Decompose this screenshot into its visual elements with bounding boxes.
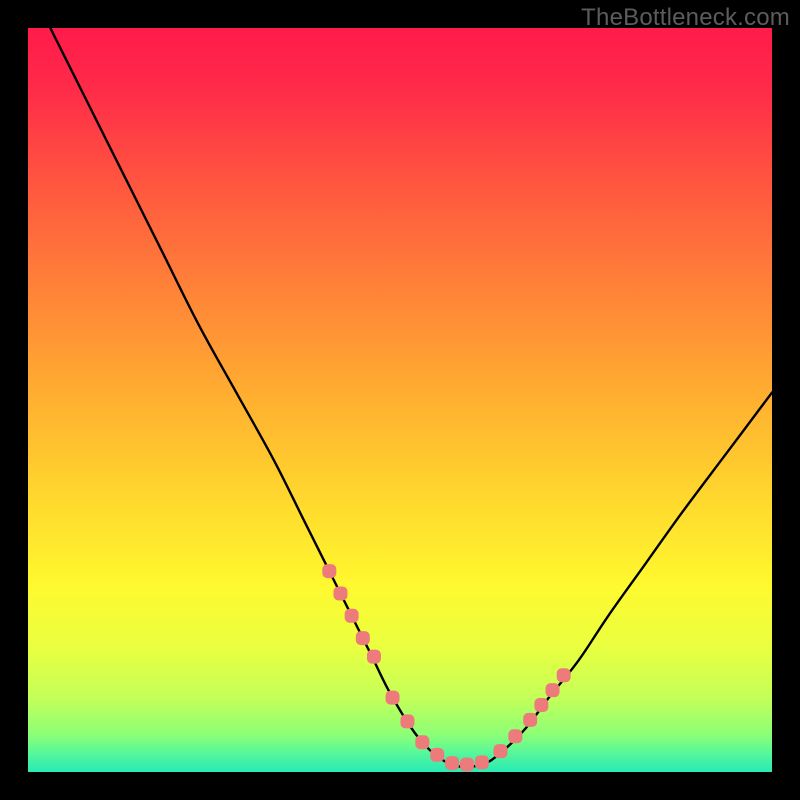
marker-point: [322, 564, 336, 578]
marker-point: [475, 755, 489, 769]
marker-point: [415, 735, 429, 749]
marker-point: [345, 609, 359, 623]
marker-point: [430, 748, 444, 762]
marker-point: [333, 586, 347, 600]
chart-frame: TheBottleneck.com: [0, 0, 800, 800]
marker-point: [493, 744, 507, 758]
marker-point: [356, 631, 370, 645]
marker-point: [557, 668, 571, 682]
marker-point: [534, 698, 548, 712]
marker-point: [460, 758, 474, 772]
highlighted-points: [322, 564, 570, 771]
marker-point: [445, 756, 459, 770]
watermark-text: TheBottleneck.com: [581, 4, 790, 32]
marker-point: [546, 683, 560, 697]
marker-point: [367, 650, 381, 664]
marker-point: [400, 714, 414, 728]
plot-area: [28, 28, 772, 772]
marker-point: [386, 691, 400, 705]
marker-point: [508, 729, 522, 743]
marker-layer: [28, 28, 772, 772]
marker-point: [523, 713, 537, 727]
